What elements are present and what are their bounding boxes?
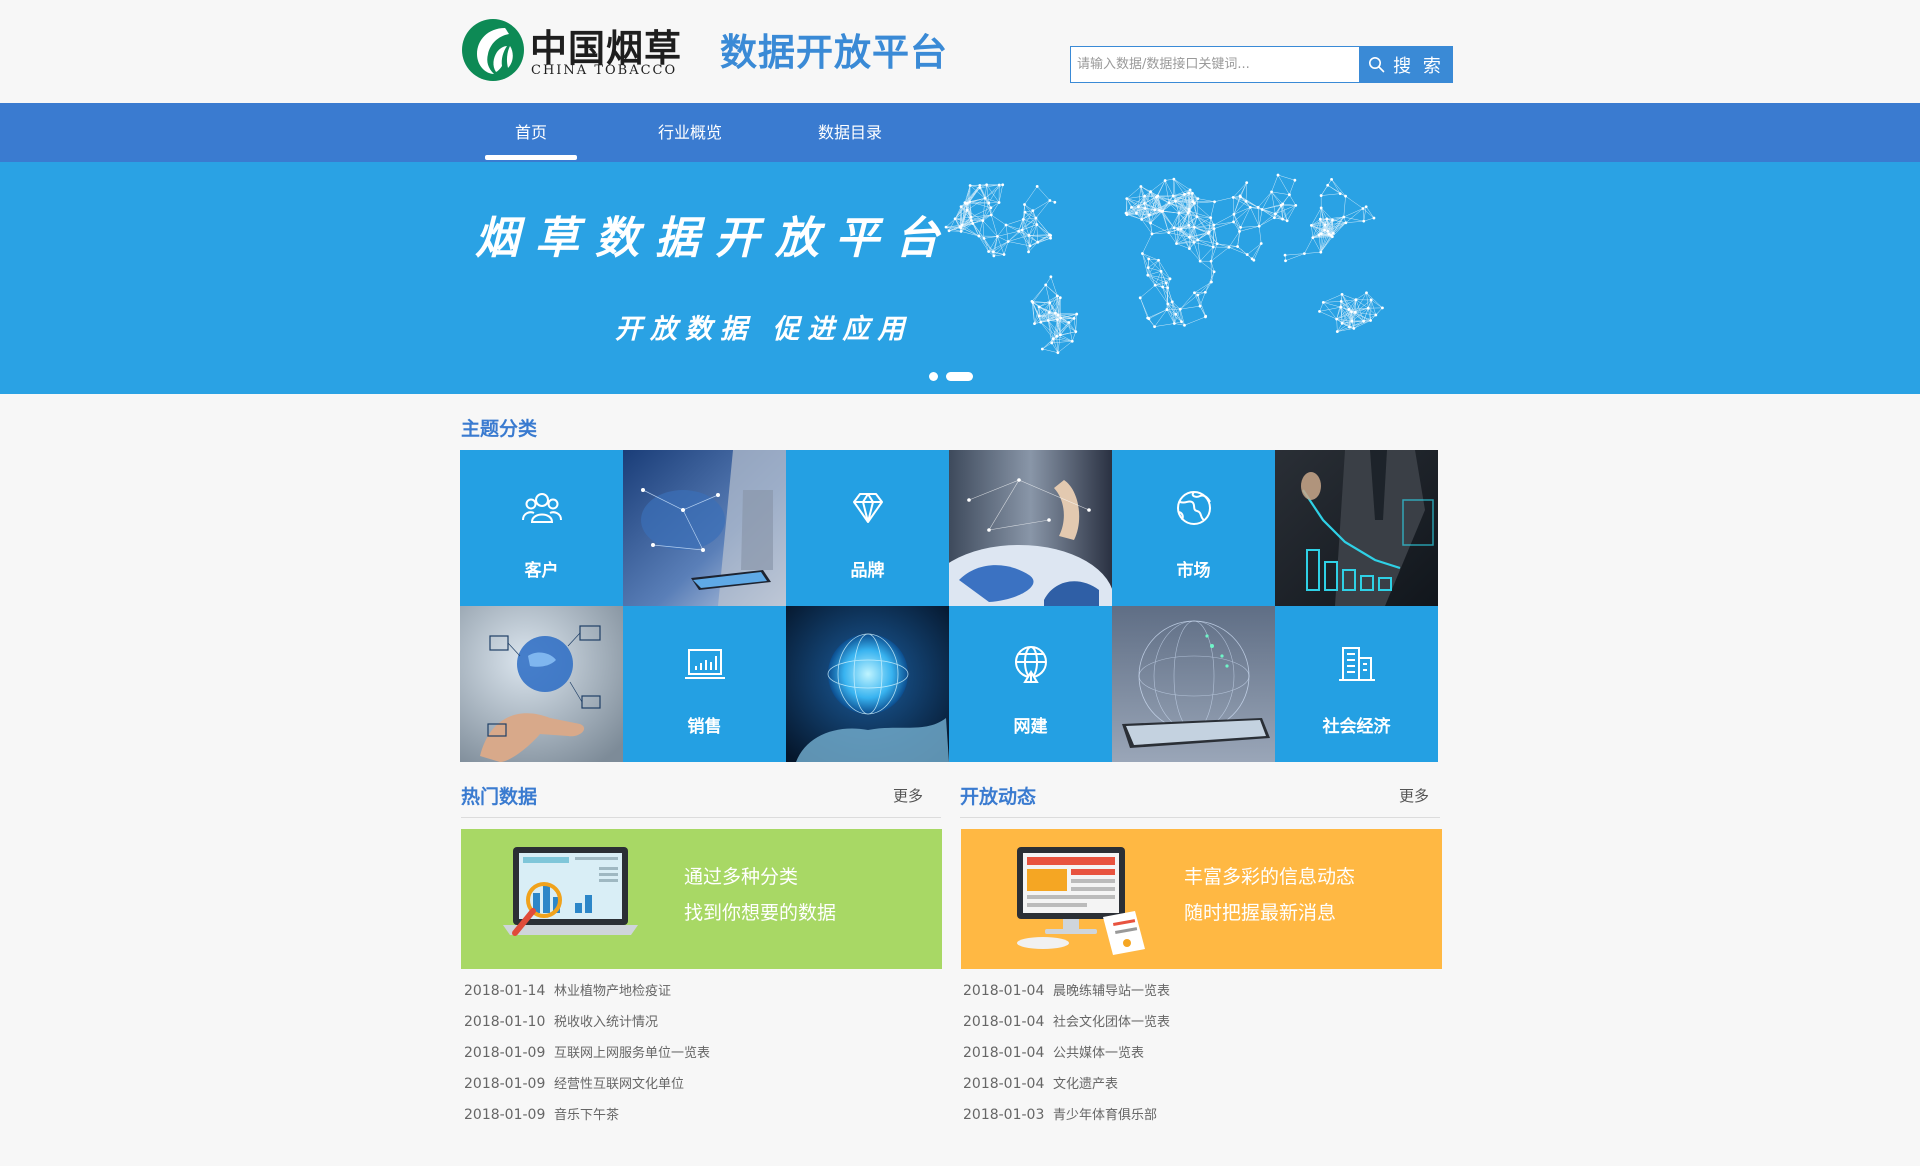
topic-tile-social-economy[interactable]: 社会经济 (1275, 606, 1438, 762)
topic-label: 市场 (1176, 561, 1211, 581)
topic-label: 销售 (687, 717, 722, 737)
monitor-documents-illustration (1017, 847, 1145, 955)
topic-tile-sales[interactable]: 销售 (623, 606, 786, 762)
network-globe-icon (1014, 646, 1047, 683)
hot-data-promo-line1: 通过多种分类 (684, 866, 799, 888)
list-item-date: 2018-01-03 (963, 1107, 1045, 1123)
list-item-date: 2018-01-10 (464, 1014, 546, 1030)
hero-banner[interactable]: 烟草数据开放平台 开放数据 促进应用 (0, 162, 1920, 394)
list-item[interactable]: 2018-01-14 林业植物产地检疫证 (464, 980, 671, 1000)
site-title: 数据开放平台 (720, 31, 948, 74)
list-item[interactable]: 2018-01-04 晨晚练辅导站一览表 (963, 980, 1170, 1000)
list-item-date: 2018-01-09 (464, 1107, 546, 1123)
list-item-title: 青少年体育俱乐部 (1053, 1108, 1158, 1123)
topic-tile-customer[interactable]: 客户 (460, 450, 623, 606)
list-item-date: 2018-01-09 (464, 1076, 546, 1092)
hot-data-promo-line2: 找到你想要的数据 (684, 902, 837, 924)
topic-grid: 客户 品牌 市场 销售 网建 社会经济 (460, 450, 1438, 762)
tobacco-leaf-logo-icon (462, 19, 524, 81)
hot-data-divider (461, 817, 941, 818)
users-icon (521, 493, 562, 523)
open-news-promo-line1: 丰富多彩的信息动态 (1184, 866, 1356, 888)
list-item-date: 2018-01-04 (963, 1045, 1045, 1061)
list-item-title: 晨晚练辅导站一览表 (1053, 984, 1171, 999)
world-network-map-image (944, 173, 1384, 355)
list-item[interactable]: 2018-01-09 经营性互联网文化单位 (464, 1073, 684, 1093)
list-item[interactable]: 2018-01-04 公共媒体一览表 (963, 1042, 1144, 1062)
topic-label: 品牌 (850, 561, 885, 581)
businessman-chart-photo (1275, 450, 1438, 606)
list-item-date: 2018-01-04 (963, 1076, 1045, 1092)
topic-label: 客户 (524, 561, 559, 581)
nav-item-industry-overview[interactable]: 行业概览 (645, 103, 735, 162)
topics-section-title: 主题分类 (461, 418, 538, 440)
topic-tile-market[interactable]: 市场 (1112, 450, 1275, 606)
laptop-magnifier-illustration (503, 847, 638, 936)
search-icon (1369, 57, 1385, 73)
diamond-icon (852, 493, 883, 523)
list-item-title: 经营性互联网文化单位 (554, 1077, 685, 1092)
search-button-label: 搜 索 (1393, 55, 1444, 77)
search-bar: 搜 索 (1070, 46, 1453, 83)
list-item-title: 林业植物产地检疫证 (554, 984, 672, 999)
carousel-dot-2-active[interactable] (946, 372, 973, 381)
topic-tile-brand[interactable]: 品牌 (786, 450, 949, 606)
business-tablet-photo (623, 450, 786, 606)
main-nav: 首页 行业概览 数据目录 (0, 103, 1920, 162)
list-item-date: 2018-01-04 (963, 1014, 1045, 1030)
open-news-divider (960, 817, 1440, 818)
china-tobacco-logo[interactable]: 中国烟草 CHINA TOBACCO (460, 16, 690, 84)
building-icon (1338, 647, 1375, 681)
logo-english-name: CHINA TOBACCO (531, 63, 678, 78)
topic-label: 网建 (1013, 717, 1048, 737)
banner-title: 烟草数据开放平台 (475, 213, 955, 264)
list-item-title: 互联网上网服务单位一览表 (554, 1046, 711, 1061)
nav-item-home[interactable]: 首页 (485, 103, 577, 162)
banner-subtitle: 开放数据 促进应用 (615, 314, 913, 345)
globe-icon (1176, 491, 1211, 525)
hot-data-more-link[interactable]: 更多 (893, 785, 923, 806)
list-item-date: 2018-01-04 (963, 983, 1045, 999)
hot-data-promo-banner[interactable]: 通过多种分类 找到你想要的数据 (461, 829, 942, 969)
open-news-promo-line2: 随时把握最新消息 (1184, 902, 1337, 924)
list-item-title: 文化遗产表 (1053, 1077, 1119, 1092)
list-item[interactable]: 2018-01-04 文化遗产表 (963, 1073, 1118, 1093)
search-input[interactable] (1070, 46, 1360, 83)
list-item[interactable]: 2018-01-04 社会文化团体一览表 (963, 1011, 1170, 1031)
list-item[interactable]: 2018-01-10 税收收入统计情况 (464, 1011, 658, 1031)
network-globe-photo (949, 450, 1112, 606)
list-item-title: 社会文化团体一览表 (1053, 1015, 1171, 1030)
open-news-more-link[interactable]: 更多 (1399, 785, 1429, 806)
tablet-wireframe-globe-photo (1112, 606, 1275, 762)
list-item-title: 音乐下午茶 (554, 1108, 620, 1123)
bar-chart-icon (684, 649, 725, 679)
open-news-promo-banner[interactable]: 丰富多彩的信息动态 随时把握最新消息 (961, 829, 1442, 969)
carousel-dot-1[interactable] (929, 372, 938, 381)
list-item[interactable]: 2018-01-09 音乐下午茶 (464, 1104, 619, 1124)
list-item-title: 税收收入统计情况 (554, 1015, 659, 1030)
glowing-globe-hand-photo (786, 606, 949, 762)
hand-digital-globe-photo (460, 606, 623, 762)
list-item[interactable]: 2018-01-03 青少年体育俱乐部 (963, 1104, 1157, 1124)
list-item-date: 2018-01-14 (464, 983, 546, 999)
site-header: 中国烟草 CHINA TOBACCO 数据开放平台 搜 索 (0, 0, 1920, 103)
topic-tile-network-building[interactable]: 网建 (949, 606, 1112, 762)
list-item-title: 公共媒体一览表 (1053, 1046, 1145, 1061)
list-item[interactable]: 2018-01-09 互联网上网服务单位一览表 (464, 1042, 710, 1062)
nav-item-data-catalog[interactable]: 数据目录 (805, 103, 895, 162)
topic-label: 社会经济 (1322, 717, 1391, 737)
hot-data-section-title: 热门数据 (461, 786, 538, 808)
search-button[interactable]: 搜 索 (1359, 46, 1453, 83)
list-item-date: 2018-01-09 (464, 1045, 546, 1061)
open-news-section-title: 开放动态 (960, 786, 1037, 808)
